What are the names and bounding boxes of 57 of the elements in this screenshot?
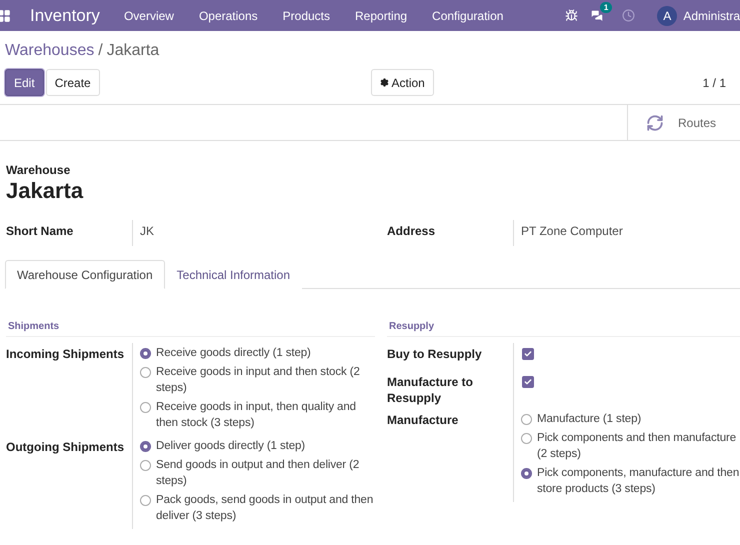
field-label: Incoming Shipments xyxy=(6,346,126,363)
apps-menu-icon[interactable] xyxy=(0,8,11,22)
radio-button[interactable] xyxy=(140,495,151,506)
radio-button[interactable] xyxy=(521,414,532,425)
chat-icon[interactable] xyxy=(590,8,604,22)
radio-option[interactable]: Manufacture (1 step) xyxy=(521,411,740,427)
pager: 1 / 1 xyxy=(702,76,726,90)
field-label: Short Name xyxy=(6,223,74,240)
field-label: Manufacture xyxy=(387,412,460,429)
menu-item[interactable]: Configuration xyxy=(432,8,504,22)
breadcrumb-current: Jakarta xyxy=(106,42,160,60)
menu-item[interactable]: Reporting xyxy=(355,8,408,22)
radio-option[interactable]: Deliver goods directly (1 step) xyxy=(140,438,375,454)
refresh-icon xyxy=(646,114,664,132)
field-value: JK xyxy=(140,224,154,238)
radio-option[interactable]: Pick components and then manufacture (2 steps) xyxy=(521,430,740,462)
field-label: Outgoing Shipments xyxy=(6,439,125,456)
radio-button[interactable] xyxy=(521,433,532,444)
bug-icon[interactable] xyxy=(565,9,578,22)
user-name[interactable]: Administra xyxy=(683,8,740,22)
menu-item[interactable]: Products xyxy=(282,8,330,22)
radio-option[interactable]: Receive goods directly (1 step) xyxy=(140,345,375,361)
check-icon xyxy=(524,350,532,358)
record-label: Warehouse xyxy=(6,163,72,177)
user-avatar[interactable]: A xyxy=(657,6,678,26)
field-value: PT Zone Computer xyxy=(521,224,623,238)
radio-button[interactable] xyxy=(140,460,151,471)
group-title: Shipments xyxy=(6,289,375,337)
notification-badge: 1 xyxy=(600,2,612,12)
checkbox[interactable] xyxy=(522,376,534,388)
radio-option[interactable]: Receive goods in input and then stock (2 steps) xyxy=(140,364,375,396)
edit-button[interactable]: Edit xyxy=(5,69,44,96)
field-label: Buy to Resupply xyxy=(387,346,483,363)
radio-button[interactable] xyxy=(140,348,151,359)
check-icon xyxy=(524,378,532,386)
radio-button[interactable] xyxy=(140,402,151,413)
radio-option[interactable]: Receive goods in input, then quality and then stock (3 steps) xyxy=(140,399,375,431)
breadcrumb-link[interactable]: Warehouses xyxy=(5,42,94,60)
radio-option[interactable]: Pick components, manufacture and then store products (3 steps) xyxy=(521,465,740,497)
radio-button[interactable] xyxy=(140,367,151,378)
app-name[interactable]: Inventory xyxy=(30,6,100,26)
radio-button[interactable] xyxy=(521,468,532,479)
action-button[interactable]: Action xyxy=(370,69,434,96)
group-title: Resupply xyxy=(387,289,740,337)
breadcrumb-separator: / xyxy=(98,42,103,60)
record-title: Jakarta xyxy=(6,178,84,204)
menu-item[interactable]: Operations xyxy=(198,8,258,22)
tab[interactable]: Warehouse Configuration xyxy=(5,260,165,289)
radio-option[interactable]: Send goods in output and then deliver (2 steps) xyxy=(140,457,375,489)
gear-icon xyxy=(380,78,388,87)
field-label: Manufacture to Resupply xyxy=(387,374,474,407)
checkbox[interactable] xyxy=(522,348,534,360)
radio-option[interactable]: Pack goods, send goods in output and then deliver (3 steps) xyxy=(140,492,375,524)
field-label: Address xyxy=(387,223,436,240)
menu-item[interactable]: Overview xyxy=(124,8,174,22)
radio-button[interactable] xyxy=(140,441,151,452)
create-button[interactable]: Create xyxy=(46,69,100,96)
